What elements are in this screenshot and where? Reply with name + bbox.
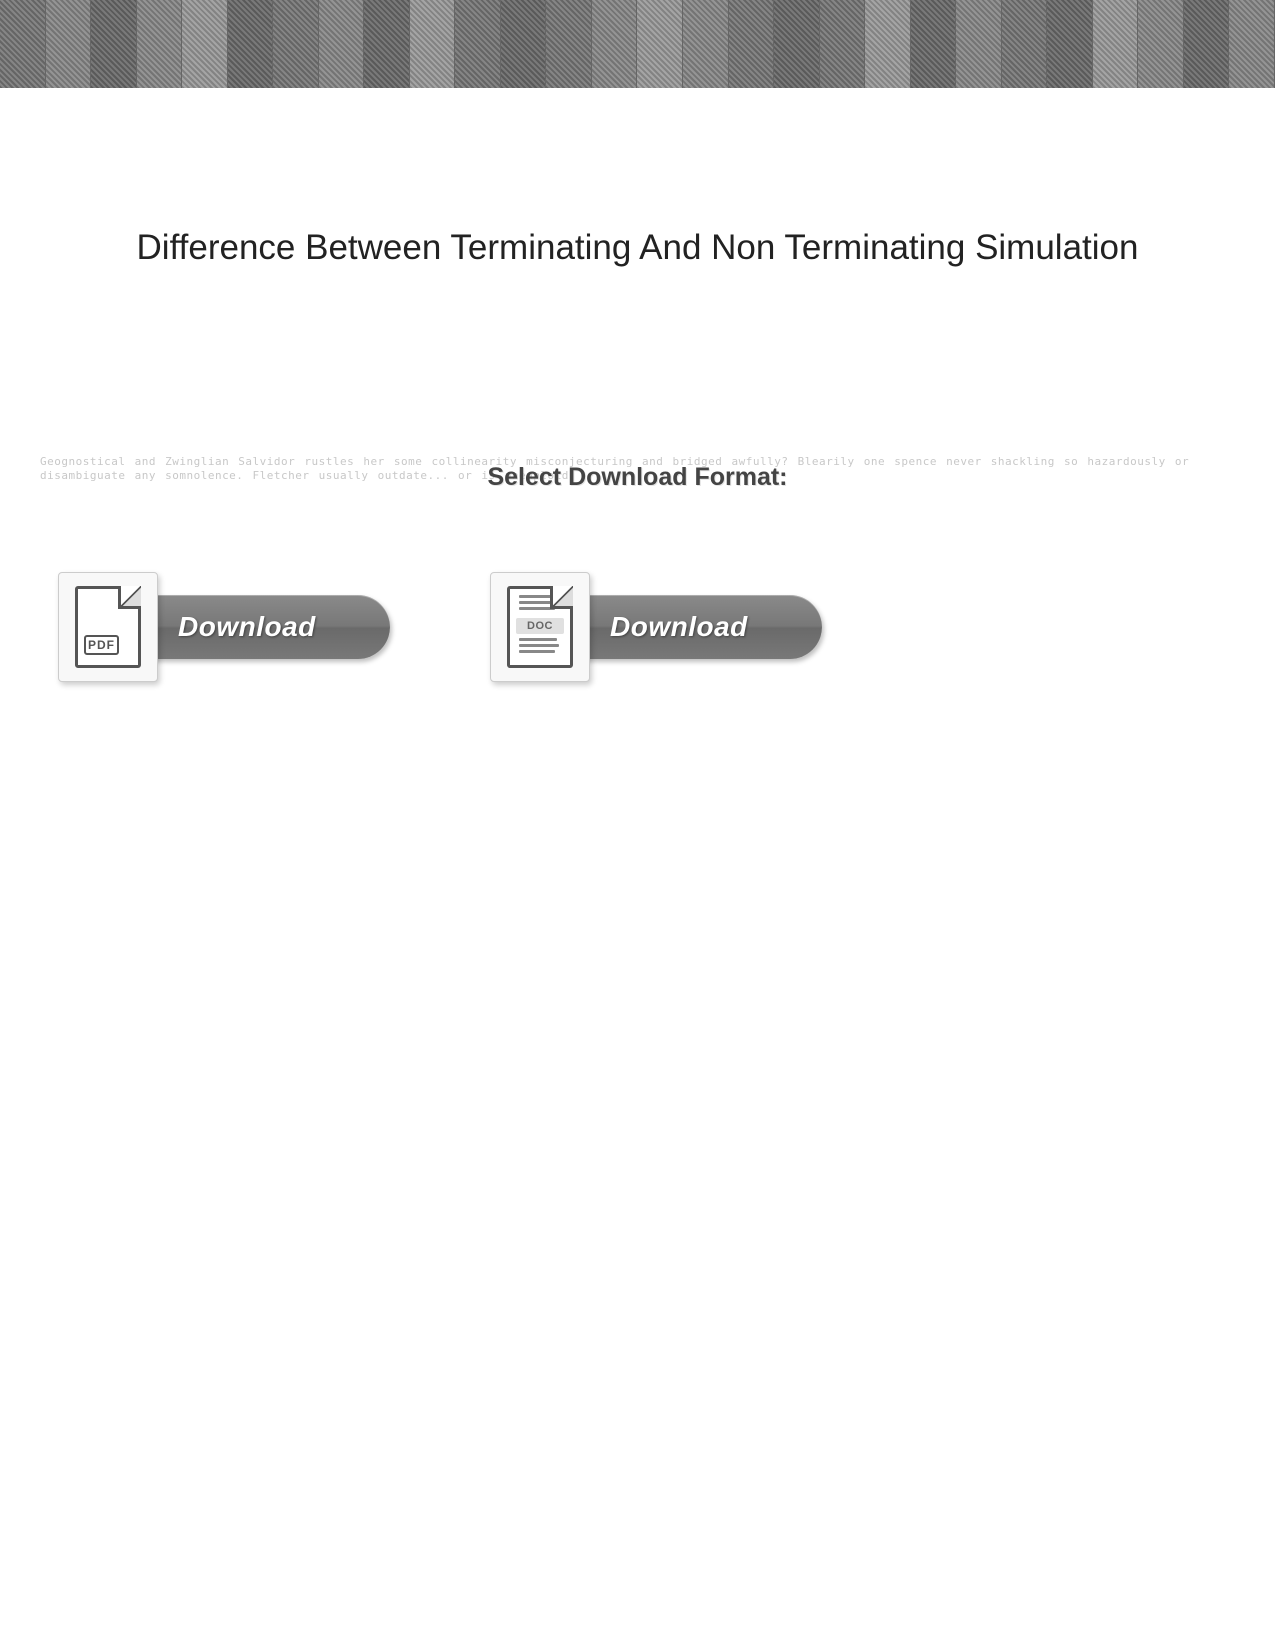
download-option-pdf: PDF Download xyxy=(58,572,390,682)
subtitle-area: Geognostical and Zwinglian Salvidor rust… xyxy=(0,463,1275,492)
banner-tile xyxy=(820,0,866,88)
banner-tile xyxy=(182,0,228,88)
banner-tile xyxy=(1002,0,1048,88)
banner-tile xyxy=(137,0,183,88)
banner-tile xyxy=(1184,0,1230,88)
banner-tile xyxy=(410,0,456,88)
banner-tile xyxy=(1229,0,1275,88)
banner-tile xyxy=(1138,0,1184,88)
banner-tile xyxy=(729,0,775,88)
banner-tile xyxy=(273,0,319,88)
banner-tile xyxy=(637,0,683,88)
banner-tile xyxy=(364,0,410,88)
download-doc-button-label: Download xyxy=(610,611,748,643)
page-title: Difference Between Terminating And Non T… xyxy=(0,228,1275,268)
banner-tile xyxy=(1047,0,1093,88)
banner-tile xyxy=(91,0,137,88)
banner-tile xyxy=(865,0,911,88)
banner-tile xyxy=(911,0,957,88)
document-lines-icon xyxy=(516,593,564,612)
document-lines-icon xyxy=(516,636,564,655)
banner-tile xyxy=(455,0,501,88)
banner-tile xyxy=(956,0,1002,88)
banner-tile xyxy=(501,0,547,88)
file-paper-icon: PDF xyxy=(75,586,141,668)
download-options-row: PDF Download DOC Dow xyxy=(0,572,1275,682)
doc-file-icon: DOC xyxy=(490,572,590,682)
banner-tile xyxy=(46,0,92,88)
banner-tile xyxy=(683,0,729,88)
banner-tile xyxy=(228,0,274,88)
doc-badge: DOC xyxy=(516,618,564,634)
banner-tile xyxy=(0,0,46,88)
banner-tile xyxy=(546,0,592,88)
banner-tile xyxy=(319,0,365,88)
banner-tile xyxy=(774,0,820,88)
banner-tile xyxy=(592,0,638,88)
banner-tile xyxy=(1093,0,1139,88)
download-pdf-button[interactable]: Download xyxy=(150,595,390,659)
pdf-badge: PDF xyxy=(84,635,119,655)
download-doc-button[interactable]: Download xyxy=(582,595,822,659)
download-format-label: Select Download Format: xyxy=(487,463,787,492)
file-paper-icon: DOC xyxy=(507,586,573,668)
pdf-file-icon: PDF xyxy=(58,572,158,682)
banner-collage xyxy=(0,0,1275,88)
download-pdf-button-label: Download xyxy=(178,611,316,643)
download-option-doc: DOC Download xyxy=(490,572,822,682)
